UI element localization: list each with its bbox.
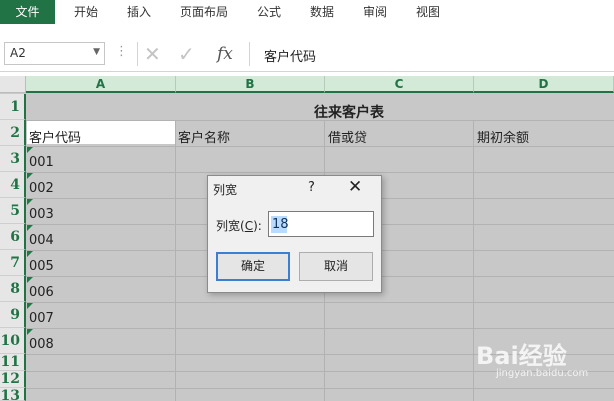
gridline (175, 120, 176, 401)
select-all-corner[interactable] (0, 76, 26, 93)
error-indicator-icon (27, 225, 33, 231)
tab-home[interactable]: 开始 (74, 0, 98, 24)
header-customer-name: 客户名称 (178, 131, 231, 146)
row-header-10[interactable]: 10 (0, 328, 26, 354)
row-header-13[interactable]: 13 (0, 388, 26, 401)
column-width-label: 列宽(C): (216, 217, 262, 234)
code-cell: 007 (29, 311, 54, 326)
tab-file[interactable]: 文件 (0, 0, 55, 24)
ribbon-tabs: 文件 开始 插入 页面布局 公式 数据 审阅 视图 (0, 0, 614, 26)
watermark-brand: Bai经验 (476, 342, 567, 370)
column-width-dialog: 列宽 ? ✕ 列宽(C): 确定 取消 (207, 175, 382, 293)
code-cell: 005 (29, 259, 54, 274)
row-header-6[interactable]: 6 (0, 224, 26, 250)
enter-icon[interactable]: ✓ (178, 42, 195, 66)
tab-page-layout[interactable]: 页面布局 (180, 0, 228, 24)
error-indicator-icon (27, 147, 33, 153)
column-width-input[interactable] (268, 211, 374, 237)
row-header-9[interactable]: 9 (0, 302, 26, 328)
gridline (26, 146, 614, 147)
chevron-down-icon[interactable]: ▼ (93, 47, 100, 57)
formula-text: 客户代码 (264, 50, 317, 65)
header-opening-balance: 期初余额 (477, 131, 530, 146)
tab-data[interactable]: 数据 (310, 0, 334, 24)
code-cell: 002 (29, 181, 54, 196)
gridline (26, 302, 614, 303)
code-cell: 003 (29, 207, 54, 222)
formula-bar-grip: ⋮ (115, 44, 128, 59)
cancel-button[interactable]: 取消 (299, 252, 373, 281)
column-header-b[interactable]: B (176, 76, 325, 93)
watermark: Bai经验 jingyan.baidu.com (466, 336, 606, 386)
column-header-c[interactable]: C (325, 76, 474, 93)
function-icon[interactable]: fx (217, 42, 233, 66)
row-header-7[interactable]: 7 (0, 250, 26, 276)
cancel-icon[interactable]: ✕ (144, 42, 161, 66)
error-indicator-icon (27, 251, 33, 257)
name-box-value: A2 (10, 46, 26, 60)
column-header-d[interactable]: D (474, 76, 614, 93)
header-customer-code: 客户代码 (29, 131, 82, 146)
error-indicator-icon (27, 277, 33, 283)
label-suffix: ): (253, 219, 262, 233)
tab-review[interactable]: 审阅 (363, 0, 387, 24)
ok-button[interactable]: 确定 (216, 252, 290, 281)
row-header-12[interactable]: 12 (0, 371, 26, 388)
tab-view[interactable]: 视图 (416, 0, 440, 24)
close-icon[interactable]: ✕ (348, 177, 362, 197)
error-indicator-icon (27, 329, 33, 335)
watermark-url: jingyan.baidu.com (496, 368, 589, 379)
header-debit-credit: 借或贷 (328, 131, 368, 146)
gridline (26, 172, 614, 173)
column-header-a[interactable]: A (26, 76, 176, 93)
sheet-title: 往来客户表 (314, 105, 384, 121)
dialog-title: 列宽 (213, 183, 238, 197)
label-access-key: C (244, 219, 254, 233)
error-indicator-icon (27, 303, 33, 309)
error-indicator-icon (27, 173, 33, 179)
row-header-3[interactable]: 3 (0, 146, 26, 172)
code-cell: 004 (29, 233, 54, 248)
tab-formulas[interactable]: 公式 (257, 0, 281, 24)
error-indicator-icon (27, 199, 33, 205)
code-cell: 008 (29, 337, 54, 352)
code-cell: 001 (29, 155, 54, 170)
row-header-4[interactable]: 4 (0, 172, 26, 198)
formula-bar: A2 ▼ ⋮ ✕ ✓ fx 客户代码 (0, 36, 614, 72)
row-header-5[interactable]: 5 (0, 198, 26, 224)
row-header-11[interactable]: 11 (0, 354, 26, 371)
gridline (26, 388, 614, 389)
name-box[interactable]: A2 ▼ (4, 42, 105, 65)
formula-bar-icons: ✕ ✓ fx (137, 42, 246, 66)
label-prefix: 列宽( (216, 219, 245, 233)
gridline (26, 328, 614, 329)
help-icon[interactable]: ? (308, 180, 315, 195)
tab-insert[interactable]: 插入 (127, 0, 151, 24)
row-header-8[interactable]: 8 (0, 276, 26, 302)
row-header-1[interactable]: 1 (0, 94, 26, 120)
row-header-2[interactable]: 2 (0, 120, 26, 146)
code-cell: 006 (29, 285, 54, 300)
formula-input[interactable]: 客户代码 (249, 42, 614, 66)
